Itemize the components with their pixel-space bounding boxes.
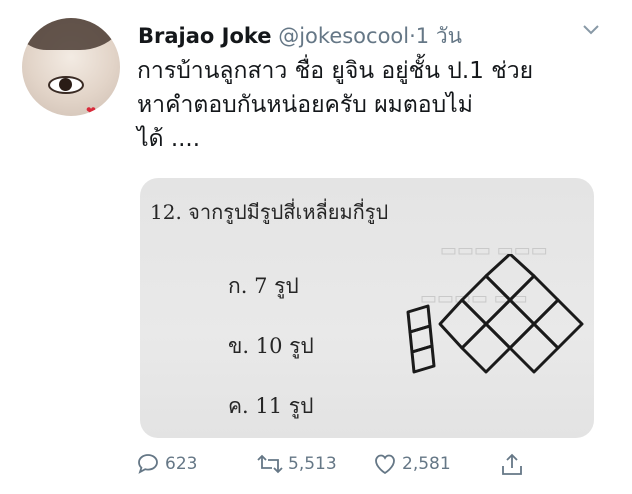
worksheet-choice-b: ข. 10 รูป [228, 334, 314, 358]
like-count: 2,581 [402, 454, 451, 474]
reply-icon [138, 454, 158, 474]
tweet-text: การบ้านลูกสาว ชื่อ ยูจิน อยู่ชั้น ป.1 ช่… [137, 54, 607, 156]
worksheet-question: 12. จากรูปมีรูปสี่เหลี่ยมกี่รูป [150, 200, 389, 224]
tweet-text-line: การบ้านลูกสาว ชื่อ ยูจิน อยู่ชั้น ป.1 ช่… [137, 58, 534, 84]
squares-figure [406, 254, 584, 374]
like-icon [375, 454, 395, 475]
chevron-down-icon[interactable] [582, 24, 600, 36]
display-name[interactable]: Brajao Joke [138, 24, 272, 48]
tweet-text-line: หาคำตอบกันหน่อยครับ ผมตอบไม่ [137, 92, 473, 118]
tweet-photo[interactable]: ▭▭▭ ▭▭▭ ▭▭▭▭ ▭▭ 12. จากรูปมีรูปสี่เหลี่ย… [140, 178, 594, 438]
retweet-button[interactable]: 5,513 [256, 452, 337, 476]
tweet-text-line: ได้ .... [137, 126, 201, 152]
heart-sticker-icon: ❤ [86, 104, 97, 116]
avatar[interactable]: ❤ [22, 18, 120, 116]
like-button[interactable]: 2,581 [372, 452, 451, 476]
worksheet-choice-a: ก. 7 รูป [228, 274, 299, 298]
worksheet-choice-c: ค. 11 รูป [228, 394, 314, 418]
timestamp[interactable]: 1 วัน [416, 24, 462, 48]
share-icon [502, 453, 522, 475]
tweet-header: Brajao Joke @jokesocool·1 วัน [138, 20, 462, 53]
reply-count: 623 [165, 454, 198, 474]
reply-button[interactable]: 623 [136, 452, 197, 476]
user-handle[interactable]: @jokesocool [278, 24, 409, 48]
tweet-actions: 623 5,513 2,581 [136, 452, 556, 482]
retweet-icon [257, 454, 283, 474]
retweet-count: 5,513 [288, 454, 337, 474]
share-button[interactable] [500, 452, 524, 478]
avatar-eye [48, 76, 84, 94]
separator-dot: · [409, 24, 416, 48]
